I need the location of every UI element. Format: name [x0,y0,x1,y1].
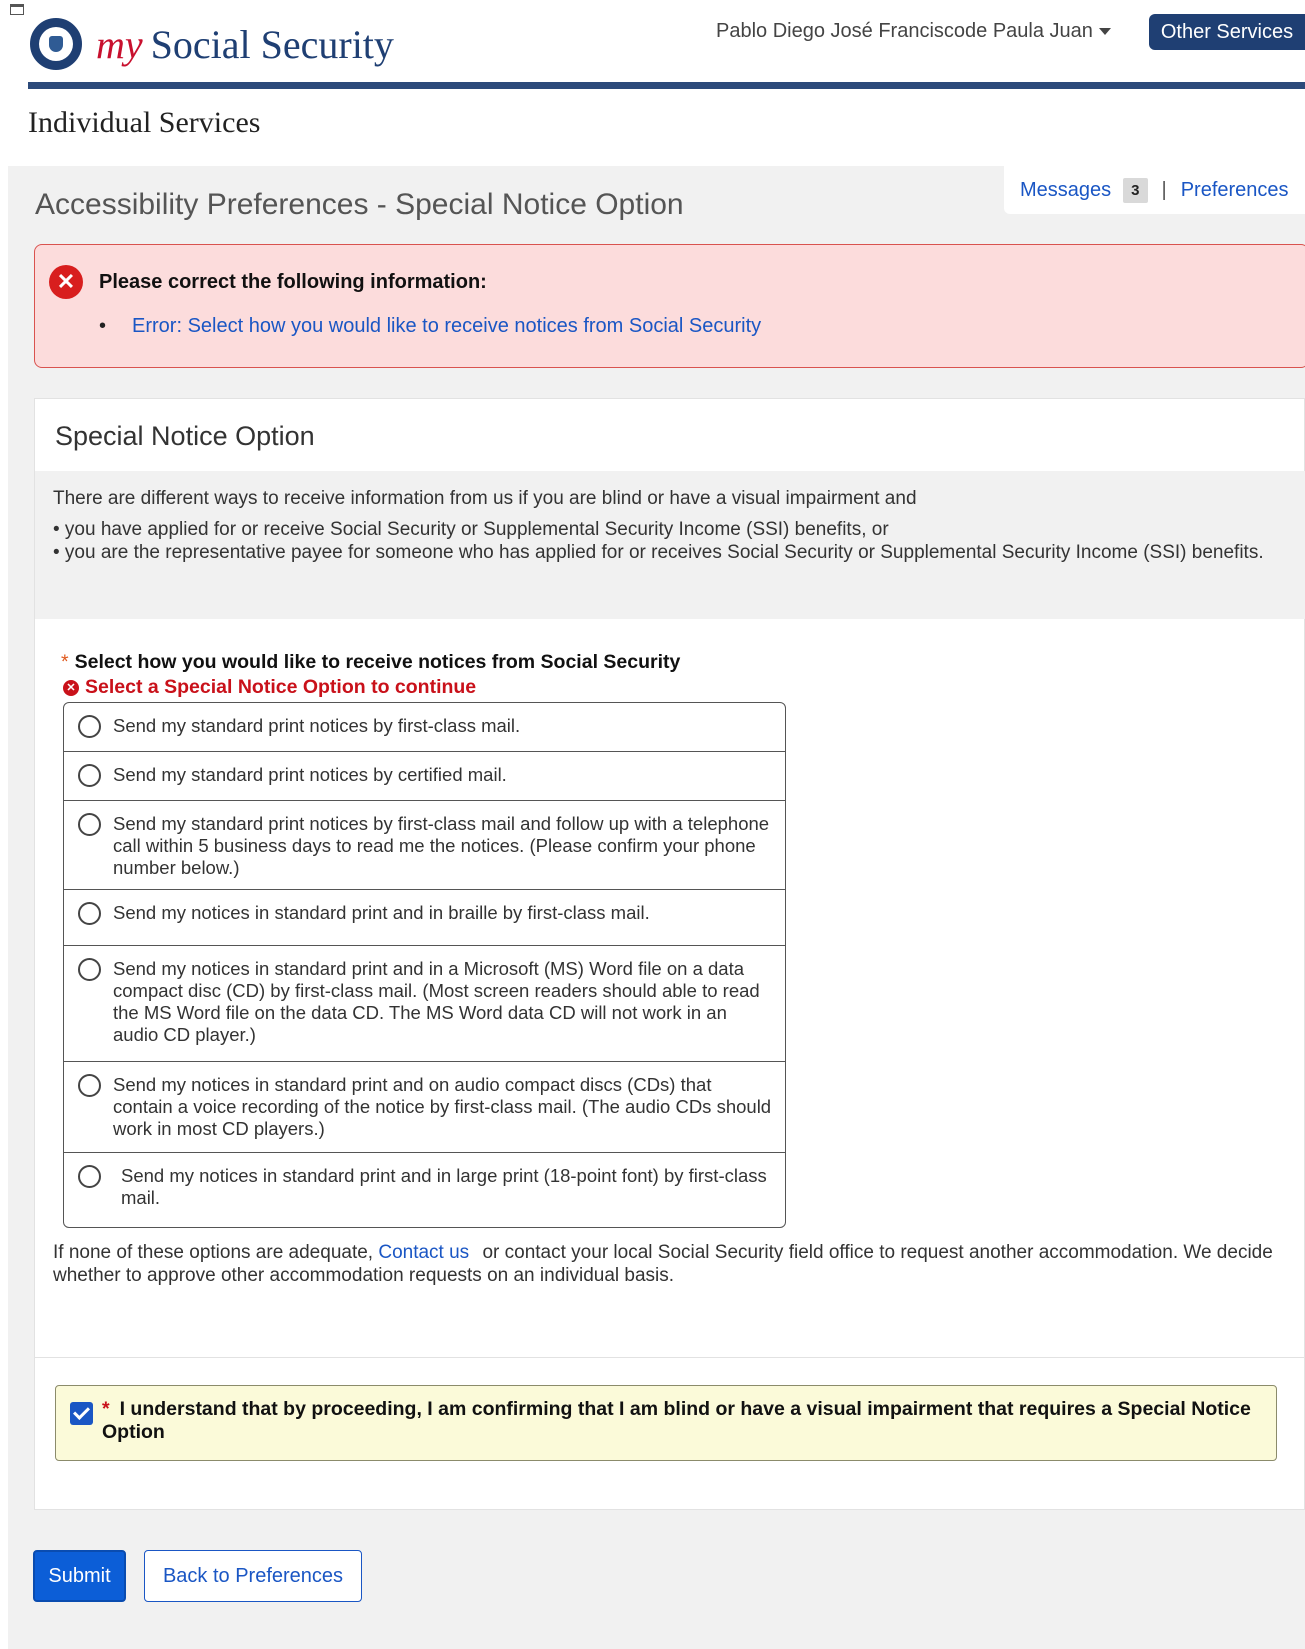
links-separator: | [1161,178,1167,201]
required-asterisk: * [61,651,69,673]
error-summary-title: Please correct the following information… [99,271,487,293]
contact-footnote: If none of these options are adequate, C… [53,1241,1293,1287]
intro-paragraph: There are different ways to receive info… [53,488,917,509]
intro-text: There are different ways to receive info… [35,471,1305,619]
confirm-checkbox[interactable] [70,1402,93,1425]
notice-option[interactable]: Send my notices in standard print and in… [64,1153,785,1227]
notice-option[interactable]: Send my standard print notices by first-… [64,801,785,890]
required-asterisk: * [102,1398,110,1420]
special-notice-card: Special Notice Option There are differen… [34,398,1305,1510]
user-name: Pablo Diego José Franciscode Paula Juan [716,20,1093,42]
caret-down-icon [1098,28,1111,35]
error-link[interactable]: Error: Select how you would like to rece… [99,315,761,338]
field-error-text: Select a Special Notice Option to contin… [85,676,477,698]
footnote-text: If none of these options are adequate, [53,1242,374,1263]
ssa-seal-icon [30,18,82,70]
field-error: ✕ Select a Special Notice Option to cont… [63,676,476,699]
logo-name: Social Security [150,21,394,67]
option-label: Send my standard print notices by certif… [113,764,507,785]
option-label: Send my standard print notices by first-… [113,813,770,878]
divider [35,1357,1305,1358]
radio-button[interactable] [78,813,101,836]
preferences-link[interactable]: Preferences [1181,179,1289,202]
radio-button[interactable] [78,902,101,925]
submit-button[interactable]: Submit [33,1550,126,1602]
user-menu[interactable]: Pablo Diego José Franciscode Paula Juan [716,20,1111,43]
question-label: * Select how you would like to receive no… [61,651,680,674]
radio-button[interactable] [78,1074,101,1097]
back-to-preferences-button[interactable]: Back to Preferences [144,1550,362,1602]
option-label: Send my notices in standard print and on… [113,1074,772,1139]
logo-text: my Social Security [96,21,394,68]
error-x-icon: ✕ [63,679,79,696]
radio-button[interactable] [78,715,101,738]
question-text: Select how you would like to receive not… [74,651,681,673]
card-title: Special Notice Option [55,421,315,451]
option-label: Send my notices in standard print and in… [113,902,650,923]
site-header: my Social Security Pablo Diego José Franc… [0,0,1305,90]
notice-option[interactable]: Send my notices in standard print and on… [64,1062,785,1153]
notice-option[interactable]: Send my notices in standard print and in… [64,890,785,946]
notice-options-group: Send my standard print notices by first-… [63,702,786,1228]
intro-bullet: • you are the representative payee for s… [53,542,1264,563]
contact-us-link[interactable]: Contact us [378,1242,469,1263]
notice-option[interactable]: Send my notices in standard print and in… [64,946,785,1062]
confirmation-box: * I understand that by proceeding, I am c… [55,1385,1277,1461]
radio-button[interactable] [78,1165,101,1188]
top-links: Messages 3 | Preferences [1004,166,1305,214]
other-services-button[interactable]: Other Services [1149,14,1305,50]
confirm-label: * I understand that by proceeding, I am c… [102,1398,1262,1444]
option-label: Send my notices in standard print and in… [113,958,760,1045]
page-title: Accessibility Preferences - Special Noti… [35,188,684,221]
notice-option[interactable]: Send my standard print notices by certif… [64,752,785,801]
messages-count-badge: 3 [1123,177,1148,203]
error-summary: ✕ Please correct the following informati… [34,244,1305,368]
option-label: Send my notices in standard print and in… [121,1165,767,1208]
logo[interactable]: my Social Security [30,18,394,70]
section-heading: Individual Services [28,106,261,139]
error-x-icon: ✕ [49,265,83,299]
notice-option[interactable]: Send my standard print notices by first-… [64,703,785,752]
radio-button[interactable] [78,958,101,981]
intro-bullet: • you have applied for or receive Social… [53,519,889,540]
option-label: Send my standard print notices by first-… [113,715,521,736]
header-rule [28,82,1305,89]
confirm-text: I understand that by proceeding, I am co… [102,1398,1251,1443]
logo-my: my [96,21,143,67]
radio-button[interactable] [78,764,101,787]
messages-link[interactable]: Messages [1020,179,1111,202]
